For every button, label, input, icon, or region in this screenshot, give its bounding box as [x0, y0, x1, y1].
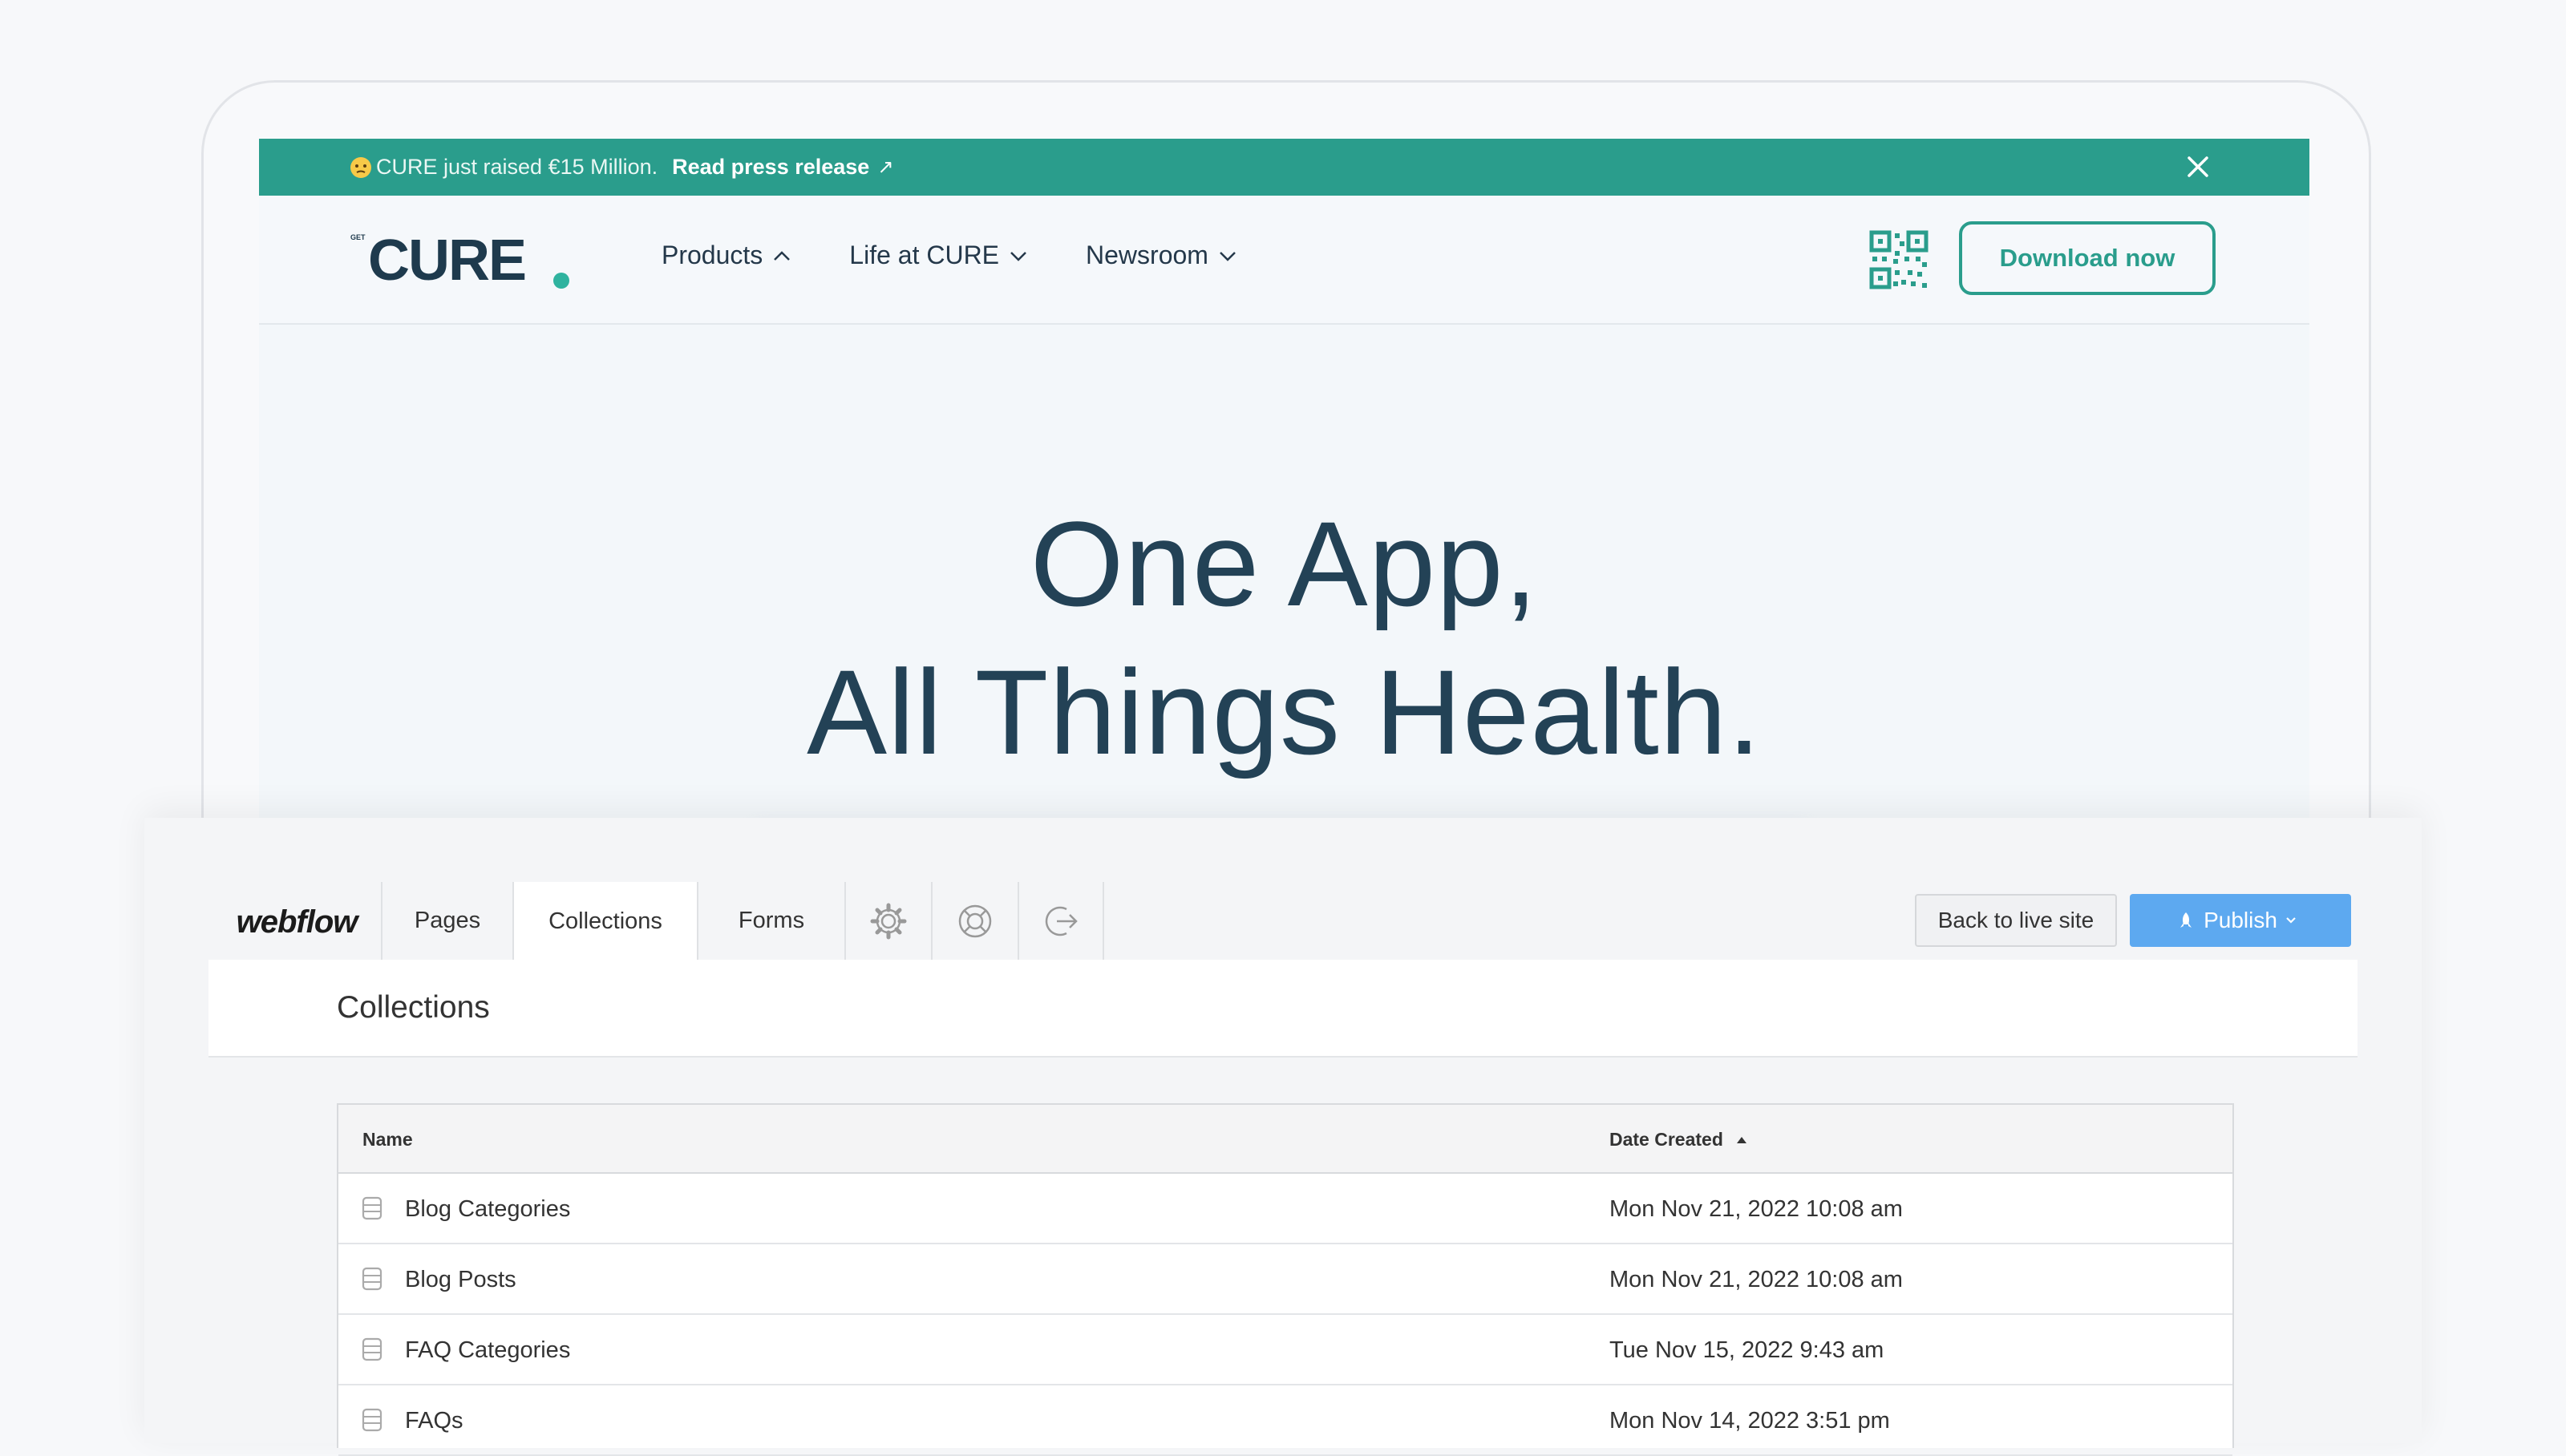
collection-icon	[362, 1337, 382, 1361]
close-icon	[2188, 156, 2208, 177]
publish-button[interactable]: Publish	[2130, 894, 2351, 947]
nav-newsroom[interactable]: Newsroom	[1086, 241, 1237, 270]
collection-name: Blog Posts	[405, 1267, 516, 1292]
webflow-editor-panel: webflow Pages Collections Forms Back to …	[144, 818, 2422, 1456]
nav-newsroom-label: Newsroom	[1086, 241, 1208, 269]
table-row[interactable]: FAQs Mon Nov 14, 2022 3:51 pm	[338, 1385, 2232, 1456]
logo-get-text: GET	[350, 233, 366, 241]
collection-icon	[362, 1267, 382, 1291]
collection-date: Mon Nov 21, 2022 10:08 am	[1609, 1267, 1903, 1292]
help-tab[interactable]	[931, 882, 1018, 960]
chevron-up-icon	[774, 250, 791, 261]
tab-collections[interactable]: Collections	[512, 882, 697, 961]
tab-forms[interactable]: Forms	[697, 882, 844, 960]
table-row[interactable]: Blog Categories Mon Nov 21, 2022 10:08 a…	[338, 1174, 2232, 1244]
website-preview: CURE just raised €15 Million. Read press…	[259, 139, 2309, 860]
chevron-down-icon	[2286, 917, 2296, 924]
external-arrow-icon[interactable]: ↗	[877, 156, 893, 179]
collection-name: FAQ Categories	[405, 1337, 571, 1363]
logo-dot	[553, 273, 569, 289]
qr-code-icon[interactable]	[1869, 230, 1929, 289]
nav-products-label: Products	[662, 241, 763, 269]
settings-icon	[870, 903, 907, 939]
nav-life-at-cure[interactable]: Life at CURE	[849, 241, 1028, 270]
nav-life-label: Life at CURE	[849, 241, 1000, 269]
nav-products[interactable]: Products	[662, 241, 791, 270]
collection-date: Mon Nov 14, 2022 3:51 pm	[1609, 1408, 1890, 1434]
table-row[interactable]: FAQ Categories Tue Nov 15, 2022 9:43 am	[338, 1315, 2232, 1385]
table-header: Name Date Created	[338, 1105, 2232, 1174]
column-date-header[interactable]: Date Created	[1609, 1129, 1747, 1151]
collection-date: Mon Nov 21, 2022 10:08 am	[1609, 1196, 1903, 1222]
back-to-live-site-button[interactable]: Back to live site	[1915, 894, 2117, 947]
press-release-link[interactable]: Read press release	[672, 155, 869, 180]
chevron-down-icon	[1220, 251, 1236, 261]
hero-heading-line1: One App,	[1030, 496, 1539, 631]
table-row[interactable]: Blog Posts Mon Nov 21, 2022 10:08 am	[338, 1244, 2232, 1315]
collection-date: Tue Nov 15, 2022 9:43 am	[1609, 1337, 1884, 1363]
collection-icon	[362, 1408, 382, 1432]
webflow-toolbar: webflow Pages Collections Forms Back to …	[208, 882, 2358, 961]
collection-name: Blog Categories	[405, 1196, 571, 1222]
collections-header: Collections	[208, 960, 2358, 1058]
main-menu: Products Life at CURE Newsroom	[662, 241, 1295, 270]
announcement-bar: CURE just raised €15 Million. Read press…	[259, 139, 2309, 196]
logout-tab[interactable]	[1018, 882, 1104, 960]
download-now-button[interactable]: Download now	[1959, 221, 2216, 295]
logo-word: CURE	[368, 229, 527, 293]
column-name-header[interactable]: Name	[362, 1129, 413, 1151]
webflow-logo: webflow	[236, 904, 358, 940]
column-date-label: Date Created	[1609, 1129, 1723, 1150]
announcement-text: CURE just raised €15 Million.	[376, 155, 658, 179]
tab-pages[interactable]: Pages	[381, 882, 512, 960]
hero-heading-line2: All Things Health.	[807, 645, 1762, 779]
rocket-icon	[2180, 912, 2192, 928]
settings-tab[interactable]	[844, 882, 931, 960]
site-navbar: GET CURE Products Life at CURE Newsroom	[259, 196, 2309, 325]
sort-ascending-icon	[1736, 1136, 1746, 1143]
page-title: Collections	[337, 990, 490, 1025]
collections-table: Name Date Created Blog Categories Mon No…	[337, 1103, 2234, 1456]
collection-icon	[362, 1196, 382, 1220]
chevron-down-icon	[1010, 251, 1026, 261]
collection-name: FAQs	[405, 1408, 463, 1434]
close-announcement-button[interactable]	[2181, 150, 2215, 184]
logout-icon	[1045, 906, 1078, 936]
help-icon	[958, 904, 992, 937]
emoji-icon	[349, 156, 373, 180]
publish-label: Publish	[2204, 908, 2277, 932]
